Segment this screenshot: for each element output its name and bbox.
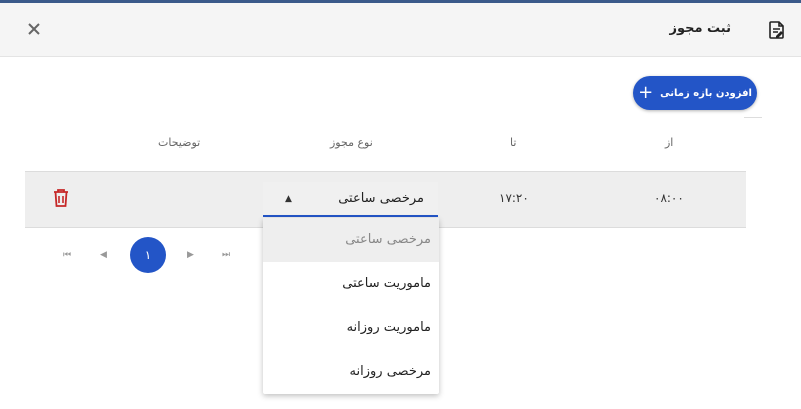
plus-icon: + (638, 82, 654, 103)
column-header-to: تا (510, 136, 517, 149)
document-edit-icon (769, 21, 784, 39)
previous-page-icon[interactable]: ◀ (100, 250, 107, 260)
add-time-range-label: افزودن بازه زمانی (660, 87, 752, 99)
dialog-title: ثبت مجوز (669, 21, 731, 36)
close-icon[interactable] (26, 21, 42, 37)
permit-type-select[interactable]: مرخصی ساعتی ▲ (263, 182, 438, 217)
menu-item-hourly-mission[interactable]: ماموریت ساعتی (263, 262, 439, 306)
last-page-icon[interactable]: ⏭ (222, 250, 230, 260)
menu-item-hourly-leave[interactable]: مرخصی ساعتی (263, 218, 439, 262)
delete-icon[interactable] (52, 188, 70, 208)
page-button-current[interactable]: ۱ (130, 237, 166, 273)
permit-type-value: مرخصی ساعتی (338, 191, 424, 206)
next-page-icon[interactable]: ▶ (187, 250, 194, 260)
first-page-icon[interactable]: ⏮ (63, 250, 71, 260)
column-header-description: توضیحات (158, 136, 201, 149)
column-header-type: نوع مجوز (330, 136, 373, 149)
column-header-from: از (665, 136, 674, 149)
add-time-range-button[interactable]: افزودن بازه زمانی + (633, 76, 757, 110)
dialog-header: ثبت مجوز (0, 3, 801, 57)
from-time-cell: ۰۸:۰۰ (654, 191, 684, 205)
divider (744, 117, 762, 118)
permit-type-dropdown: مرخصی ساعتی ماموریت ساعتی ماموریت روزانه… (263, 218, 439, 394)
menu-item-daily-mission[interactable]: ماموریت روزانه (263, 306, 439, 350)
caret-up-icon: ▲ (285, 194, 292, 204)
to-time-cell: ۱۷:۲۰ (499, 191, 529, 205)
menu-item-daily-leave[interactable]: مرخصی روزانه (263, 350, 439, 394)
